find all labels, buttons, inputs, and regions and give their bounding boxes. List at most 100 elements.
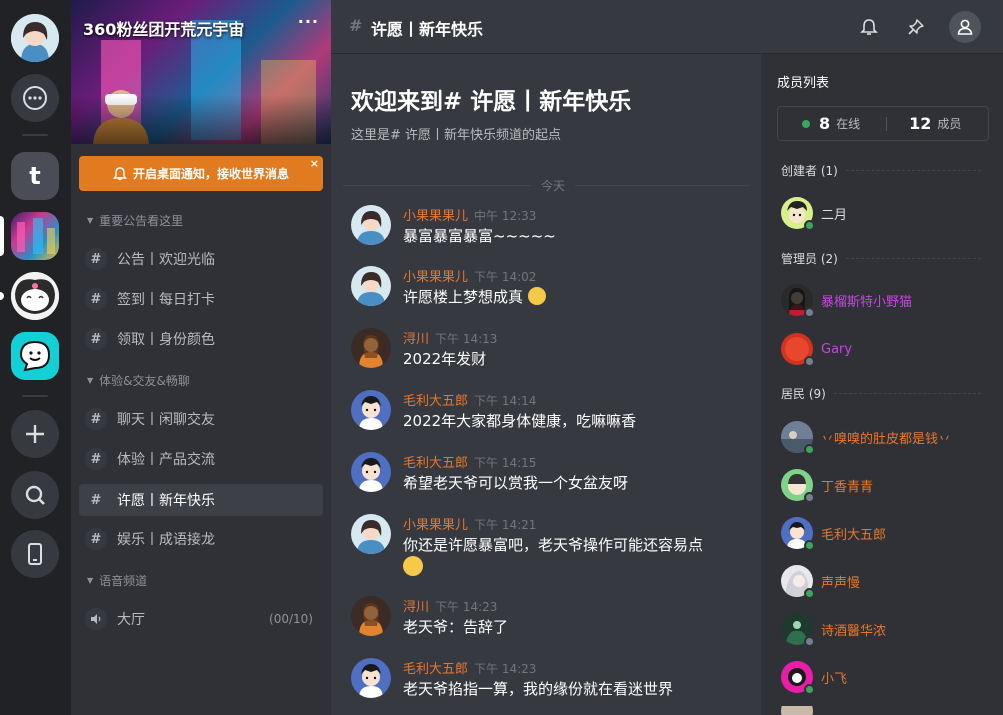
member-item[interactable]: 声声慢 [781,565,991,599]
message-text: 你还是许愿暴富吧，老天爷操作可能还容易点 [403,534,743,579]
message-author[interactable]: 小果果果儿 下午 14:02 [403,266,536,285]
message-text: 2022年发财 [403,350,487,368]
enable-notification-banner[interactable]: 开启桌面通知，接收世界消息 × [79,156,323,191]
avatar[interactable] [351,390,391,430]
online-status-icon [804,540,815,551]
member-item[interactable]: 丁香青青 [781,469,991,503]
member-item[interactable]: Gary [781,333,991,367]
server-name[interactable]: 360粉丝团开荒元宇宙 [83,16,244,40]
offline-status-icon [804,307,815,318]
user-avatar[interactable] [11,14,59,62]
online-status-icon [804,588,815,599]
voice-user-count: (00/10) [269,612,313,626]
message-time: 下午 14:23 [474,662,537,676]
hash-icon: # [85,248,107,270]
message-time: 下午 14:21 [474,518,537,532]
server-menu-button[interactable]: ··· [298,12,319,31]
speaker-icon [85,608,107,630]
unread-pill [0,292,4,300]
active-server-pill [0,216,4,256]
member-item[interactable]: 毛利大五郎 [781,517,991,551]
hash-icon: # [85,328,107,350]
message-author[interactable]: 小果果果儿 下午 14:21 [403,514,536,533]
caret-down-icon: ▼ [87,376,94,385]
server-chat-bubble[interactable] [11,332,59,380]
avatar [781,517,815,551]
online-status-icon [804,444,815,455]
channel-chat[interactable]: # 聊天丨闲聊交友 [79,403,323,435]
server-banner: 360粉丝团开荒元宇宙 ··· [71,0,331,144]
member-list-toggle-button[interactable] [949,11,981,43]
hash-icon: # [85,448,107,470]
avatar [781,469,815,503]
member-item[interactable]: 丷嗅嗅的肚皮都是钱丷 [781,421,991,455]
message-author[interactable]: 浔川 下午 14:13 [403,328,497,347]
avatar[interactable] [351,596,391,636]
member-item-partial[interactable] [781,706,991,715]
avatar [781,421,815,455]
message-author[interactable]: 浔川 下午 14:23 [403,596,497,615]
chat-area: 欢迎来到# 许愿丨新年快乐 这里是# 许愿丨新年快乐频道的起点 今天 小果果果儿… [331,0,761,715]
date-divider: 今天 [343,177,749,194]
channel-get-color[interactable]: # 领取丨身份颜色 [79,323,323,355]
channel-sidebar: 360粉丝团开荒元宇宙 ··· 开启桌面通知，接收世界消息 × ▼ 重要公告看这里… [71,0,331,715]
message-author[interactable]: 毛利大五郎 下午 14:15 [403,452,536,471]
channel-product[interactable]: # 体验丨产品交流 [79,443,323,475]
bell-icon [860,19,878,35]
channel-announcements[interactable]: # 公告丨欢迎光临 [79,243,323,275]
message-time: 下午 14:15 [474,456,537,470]
category-chat[interactable]: ▼ 体验&交友&畅聊 [87,372,190,389]
pin-button[interactable] [900,11,932,43]
member-group-residents: 居民 (9) [781,385,981,402]
message-time: 下午 14:02 [474,270,537,284]
server-rail: t [0,0,71,715]
avatar[interactable] [351,328,391,368]
avatar[interactable] [351,266,391,306]
message-author[interactable]: 毛利大五郎 下午 14:14 [403,390,536,409]
hash-icon: # [85,528,107,550]
add-server-button[interactable] [11,410,59,458]
message-author[interactable]: 小果果果儿 中午 12:33 [403,205,536,224]
message-text: 老天爷掐指一算，我的缘份就在看迷世界 [403,680,674,698]
member-count-box: 8 在线 12 成员 [777,106,989,141]
channel-title: 许愿丨新年快乐 [371,20,484,39]
member-group-admin: 管理员 (2) [781,250,981,267]
more-options-button[interactable] [11,74,59,122]
server-kuromi[interactable] [11,272,59,320]
close-icon[interactable]: × [310,157,319,170]
member-item[interactable]: 暴榴斯特小野猫 [781,284,991,318]
message-time: 下午 14:14 [474,394,537,408]
voice-channel-hall[interactable]: 大厅 (00/10) [79,603,323,635]
channel-idiom[interactable]: # 娱乐丨成语接龙 [79,523,323,555]
search-button[interactable] [11,471,59,519]
avatar[interactable] [351,658,391,698]
message-author[interactable]: 毛利大五郎 下午 14:23 [403,658,536,677]
message-time: 下午 14:23 [435,600,498,614]
mobile-app-button[interactable] [11,530,59,578]
online-dot-icon [802,119,810,128]
server-360-fans[interactable] [11,212,59,260]
member-item[interactable]: 小飞 [781,661,991,695]
thinking-emoji-icon [527,287,546,305]
member-panel: 成员列表 8 在线 12 成员 创建者 (1) 二月 管理员 (2) 暴榴斯特小野猫… [761,54,1003,715]
channel-wish-active[interactable]: # 许愿丨新年快乐 [79,484,323,516]
user-icon [957,19,973,35]
avatar [781,197,815,231]
offline-status-icon [804,492,815,503]
avatar [781,613,815,647]
avatar[interactable] [351,205,391,245]
rail-divider [22,134,48,136]
avatar[interactable] [351,452,391,492]
member-item[interactable]: 二月 [781,197,991,231]
notification-bell-button[interactable] [853,11,885,43]
category-voice[interactable]: ▼ 语音频道 [87,572,147,589]
online-status-icon [804,220,815,231]
channel-checkin[interactable]: # 签到丨每日打卡 [79,283,323,315]
category-announcements[interactable]: ▼ 重要公告看这里 [87,212,183,229]
message-text: 许愿楼上梦想成真 [403,286,743,308]
hash-icon: # [349,16,363,35]
server-t[interactable]: t [11,152,59,200]
member-item[interactable]: 诗酒醫华浓 [781,613,991,647]
message-time: 中午 12:33 [474,209,537,223]
avatar[interactable] [351,514,391,554]
